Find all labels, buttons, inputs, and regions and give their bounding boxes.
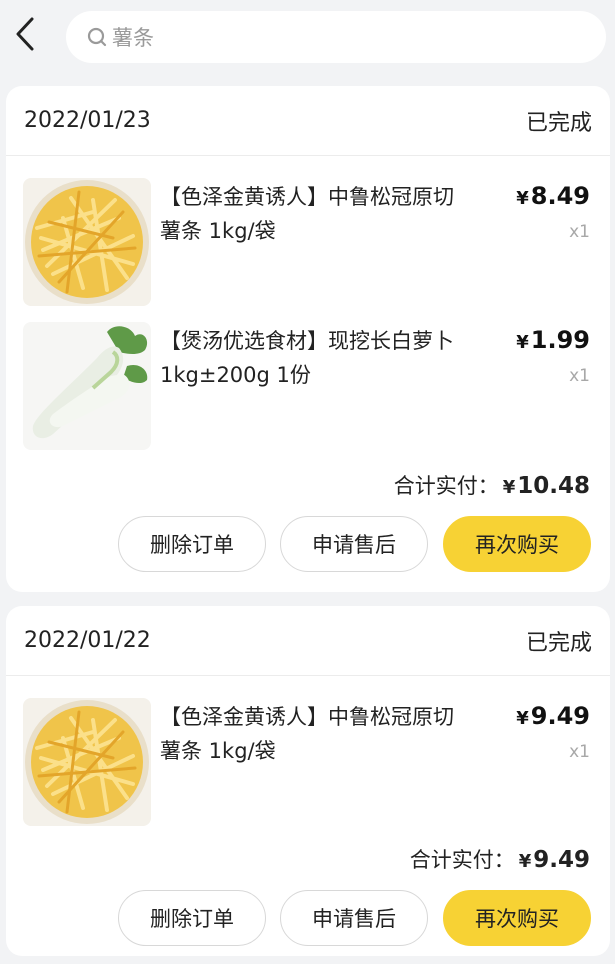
order-item[interactable]: 【色泽金黄诱人】中鲁松冠原切 薯条 1kg/袋 ¥8.49 x1 xyxy=(6,178,610,306)
order-item[interactable]: 【煲汤优选食材】现挖长白萝卜 1kg±200g 1份 ¥1.99 x1 xyxy=(6,322,610,450)
order-total: 合计实付： ¥10.48 xyxy=(394,470,590,500)
after-sale-button[interactable]: 申请售后 xyxy=(280,516,428,572)
product-price: ¥8.49 xyxy=(516,182,590,210)
product-image-french-fries[interactable] xyxy=(23,178,151,306)
search-input[interactable]: 薯条 xyxy=(66,11,606,63)
order-card: 2022/01/22 已完成 【色泽金黄诱人】中鲁松冠原切 薯条 1kg/袋 ¥… xyxy=(6,606,610,956)
order-card: 2022/01/23 已完成 【色泽金黄诱人】中鲁松冠原切 薯条 1kg/袋 ¥… xyxy=(6,86,610,592)
order-date: 2022/01/22 xyxy=(24,628,151,653)
top-bar: 薯条 xyxy=(0,0,615,78)
order-header: 2022/01/23 已完成 xyxy=(6,86,610,156)
order-status: 已完成 xyxy=(525,110,592,136)
total-label: 合计实付： xyxy=(409,848,515,872)
product-price: ¥1.99 xyxy=(516,326,590,354)
product-price: ¥9.49 xyxy=(516,702,590,730)
rebuy-button[interactable]: 再次购买 xyxy=(443,890,591,946)
product-title[interactable]: 【色泽金黄诱人】中鲁松冠原切 薯条 1kg/袋 xyxy=(160,180,490,248)
delete-order-button[interactable]: 删除订单 xyxy=(118,890,266,946)
delete-order-button[interactable]: 删除订单 xyxy=(118,516,266,572)
product-quantity: x1 xyxy=(569,222,590,242)
search-icon xyxy=(87,27,107,47)
order-header: 2022/01/22 已完成 xyxy=(6,606,610,676)
chevron-left-icon xyxy=(16,17,34,51)
after-sale-button[interactable]: 申请售后 xyxy=(280,890,428,946)
search-query-text: 薯条 xyxy=(112,26,154,50)
product-title[interactable]: 【煲汤优选食材】现挖长白萝卜 1kg±200g 1份 xyxy=(160,324,490,392)
total-amount: ¥10.48 xyxy=(502,473,590,499)
order-item[interactable]: 【色泽金黄诱人】中鲁松冠原切 薯条 1kg/袋 ¥9.49 x1 xyxy=(6,698,610,826)
product-quantity: x1 xyxy=(569,742,590,762)
order-status: 已完成 xyxy=(525,630,592,656)
product-image-french-fries[interactable] xyxy=(23,698,151,826)
product-quantity: x1 xyxy=(569,366,590,386)
product-title[interactable]: 【色泽金黄诱人】中鲁松冠原切 薯条 1kg/袋 xyxy=(160,700,490,768)
total-amount: ¥9.49 xyxy=(518,847,590,873)
order-date: 2022/01/23 xyxy=(24,108,151,133)
rebuy-button[interactable]: 再次购买 xyxy=(443,516,591,572)
back-button[interactable] xyxy=(10,14,40,54)
total-label: 合计实付： xyxy=(393,474,499,498)
order-total: 合计实付： ¥9.49 xyxy=(410,844,590,874)
product-image-white-radish[interactable] xyxy=(23,322,151,450)
